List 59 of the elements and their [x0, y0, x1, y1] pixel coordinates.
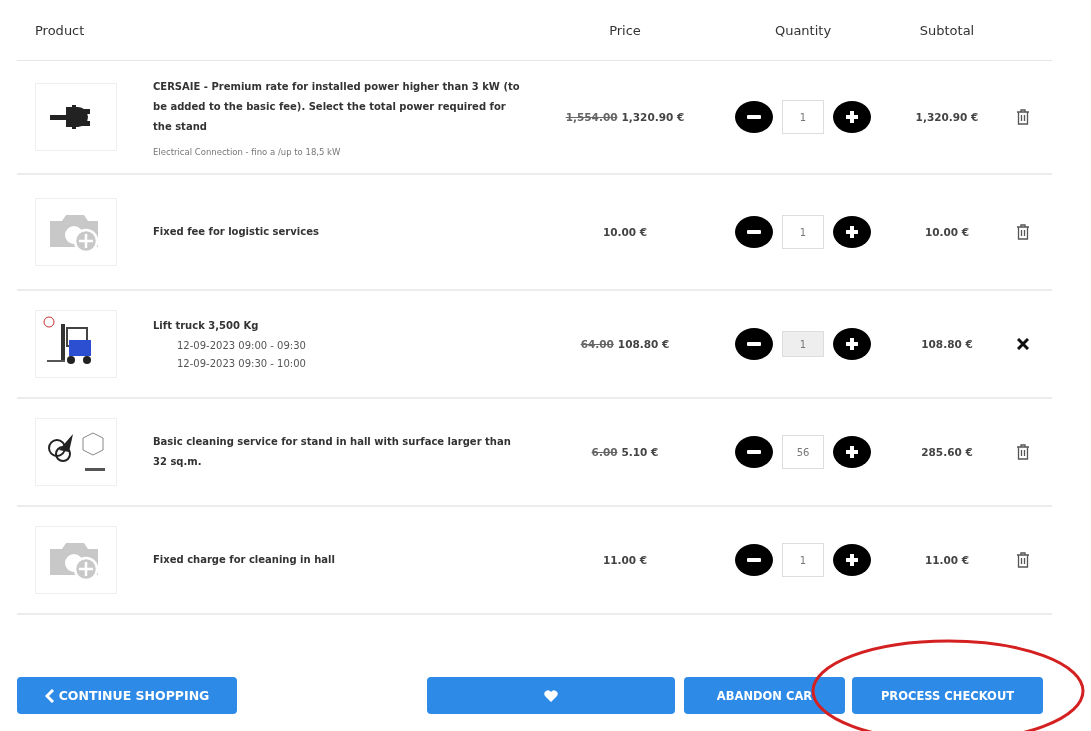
- product-name: CERSAIE - Premium rate for installed power higher than 3 kW (to be added to the basic fee). Select the total power required for the stand: [153, 80, 521, 134]
- time-slot: 12-09-2023 09:30 - 10:00: [153, 356, 521, 372]
- plus-icon: [845, 110, 859, 124]
- trash-icon[interactable]: [1015, 444, 1030, 460]
- trash-icon[interactable]: [1015, 552, 1030, 568]
- action-button[interactable]: ABANDON CAR: [684, 677, 845, 714]
- minus-icon: [747, 450, 761, 454]
- increase-button[interactable]: [833, 436, 871, 468]
- quantity-field[interactable]: 56: [782, 435, 824, 469]
- increase-button[interactable]: [833, 216, 871, 248]
- decrease-button[interactable]: [735, 436, 773, 468]
- subtotal: 285.60 €: [921, 446, 973, 458]
- minus-icon: [747, 558, 761, 562]
- decrease-button[interactable]: [735, 101, 773, 133]
- plus-icon: [845, 553, 859, 567]
- minus-icon: [747, 115, 761, 119]
- decrease-button[interactable]: [735, 216, 773, 248]
- column-header: Price: [609, 22, 641, 38]
- column-header: Quantity: [774, 22, 832, 38]
- increase-button[interactable]: [833, 328, 871, 360]
- column-header: Product: [34, 22, 86, 38]
- unit-price: 10.00 €: [602, 226, 648, 238]
- decrease-button[interactable]: [735, 544, 773, 576]
- quantity-field[interactable]: 1: [782, 100, 824, 134]
- unit-price: 108.80 €: [617, 338, 670, 350]
- action-button[interactable]: PROCESS CHECKOUT: [852, 677, 1043, 714]
- quantity-field[interactable]: 1: [782, 215, 824, 249]
- product-name: Fixed fee for logistic services: [153, 225, 320, 239]
- subtotal: 10.00 €: [924, 226, 970, 238]
- increase-button[interactable]: [833, 101, 871, 133]
- continue-shopping-button[interactable]: CONTINUE SHOPPING: [17, 677, 237, 714]
- quantity-field[interactable]: 1: [782, 543, 824, 577]
- heart-icon: [544, 689, 558, 702]
- plus-icon: [845, 225, 859, 239]
- plus-icon: [845, 445, 859, 459]
- time-slot: 12-09-2023 09:00 - 09:30: [153, 338, 521, 354]
- product-name: Fixed charge for cleaning in hall: [153, 553, 336, 567]
- unit-price: 1,320.90 €: [621, 111, 685, 123]
- close-icon[interactable]: [1016, 338, 1029, 350]
- minus-icon: [747, 230, 761, 234]
- chevron-left-icon: [44, 688, 55, 703]
- original-price: 6.00: [591, 446, 618, 458]
- subtotal: 11.00 €: [924, 554, 970, 566]
- plus-icon: [845, 337, 859, 351]
- unit-price: 5.10 €: [621, 446, 659, 458]
- decrease-button[interactable]: [735, 328, 773, 360]
- trash-icon[interactable]: [1015, 109, 1030, 125]
- product-option: Electrical Connection - fino a /up to 18,5 kW: [153, 147, 521, 157]
- original-price: 1,554.00: [565, 111, 618, 123]
- subtotal: 108.80 €: [921, 338, 973, 350]
- original-price: 64.00: [580, 338, 614, 350]
- subtotal: 1,320.90 €: [915, 111, 979, 123]
- trash-icon[interactable]: [1015, 224, 1030, 240]
- increase-button[interactable]: [833, 544, 871, 576]
- product-name: Lift truck 3,500 Kg: [153, 319, 260, 333]
- column-header: Subtotal: [919, 22, 975, 38]
- minus-icon: [747, 342, 761, 346]
- product-name: Basic cleaning service for stand in hall with surface larger than 32 sq.m.: [153, 435, 512, 469]
- unit-price: 11.00 €: [602, 554, 648, 566]
